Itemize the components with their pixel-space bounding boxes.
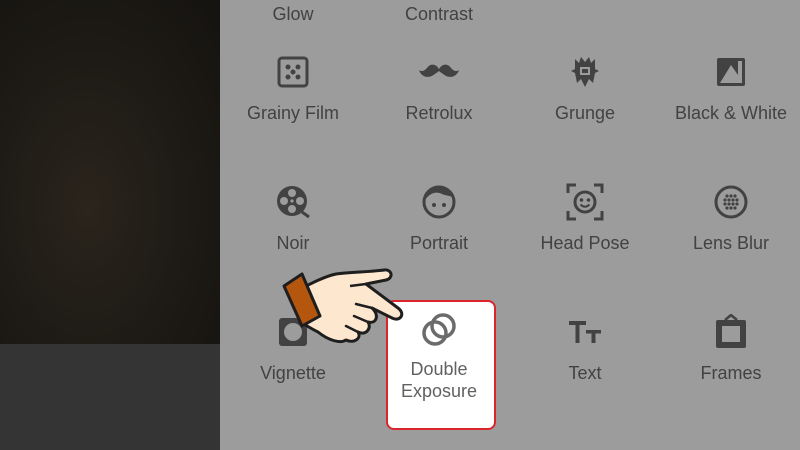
tool-label: Noir xyxy=(276,233,310,253)
grunge-icon xyxy=(565,52,605,92)
photo-preview xyxy=(0,0,220,344)
tool-retrolux[interactable]: Retrolux xyxy=(366,0,512,130)
bw-icon xyxy=(711,52,751,92)
tool-label: Head Pose xyxy=(540,233,630,253)
mustache-icon xyxy=(419,52,459,92)
tool-label: Text xyxy=(568,363,602,383)
tool-grainy-film[interactable]: Grainy Film xyxy=(220,0,366,130)
tool-frames[interactable]: Frames xyxy=(658,260,800,390)
lens-blur-icon xyxy=(711,182,751,222)
tool-label: Portrait xyxy=(409,233,469,253)
text-icon xyxy=(565,312,605,352)
frames-icon xyxy=(711,312,751,352)
tool-label: Grunge xyxy=(554,103,616,123)
tool-label: Grainy Film xyxy=(246,103,339,123)
tool-black-white[interactable]: Black & White xyxy=(658,0,800,130)
tool-label: Retrolux xyxy=(405,103,473,123)
double-exposure-icon xyxy=(419,312,459,348)
face-icon xyxy=(419,182,459,222)
tool-label: Double Exposure xyxy=(400,359,478,401)
tool-head-pose[interactable]: Head Pose xyxy=(512,130,658,260)
pointing-hand-icon xyxy=(282,268,404,344)
tool-grunge[interactable]: Grunge xyxy=(512,0,658,130)
tool-portrait[interactable]: Portrait xyxy=(366,130,512,260)
tool-label: Frames xyxy=(700,363,762,383)
film-reel-icon xyxy=(273,182,313,222)
tool-label: Lens Blur xyxy=(692,233,770,253)
bottom-toolbar xyxy=(0,344,220,450)
tool-label: Vignette xyxy=(260,363,326,383)
tool-lens-blur[interactable]: Lens Blur xyxy=(658,130,800,260)
head-pose-icon xyxy=(565,182,605,222)
tool-label: Black & White xyxy=(674,103,788,123)
tool-noir[interactable]: Noir xyxy=(220,130,366,260)
dice-icon xyxy=(273,52,313,92)
tool-text[interactable]: Text xyxy=(512,260,658,390)
